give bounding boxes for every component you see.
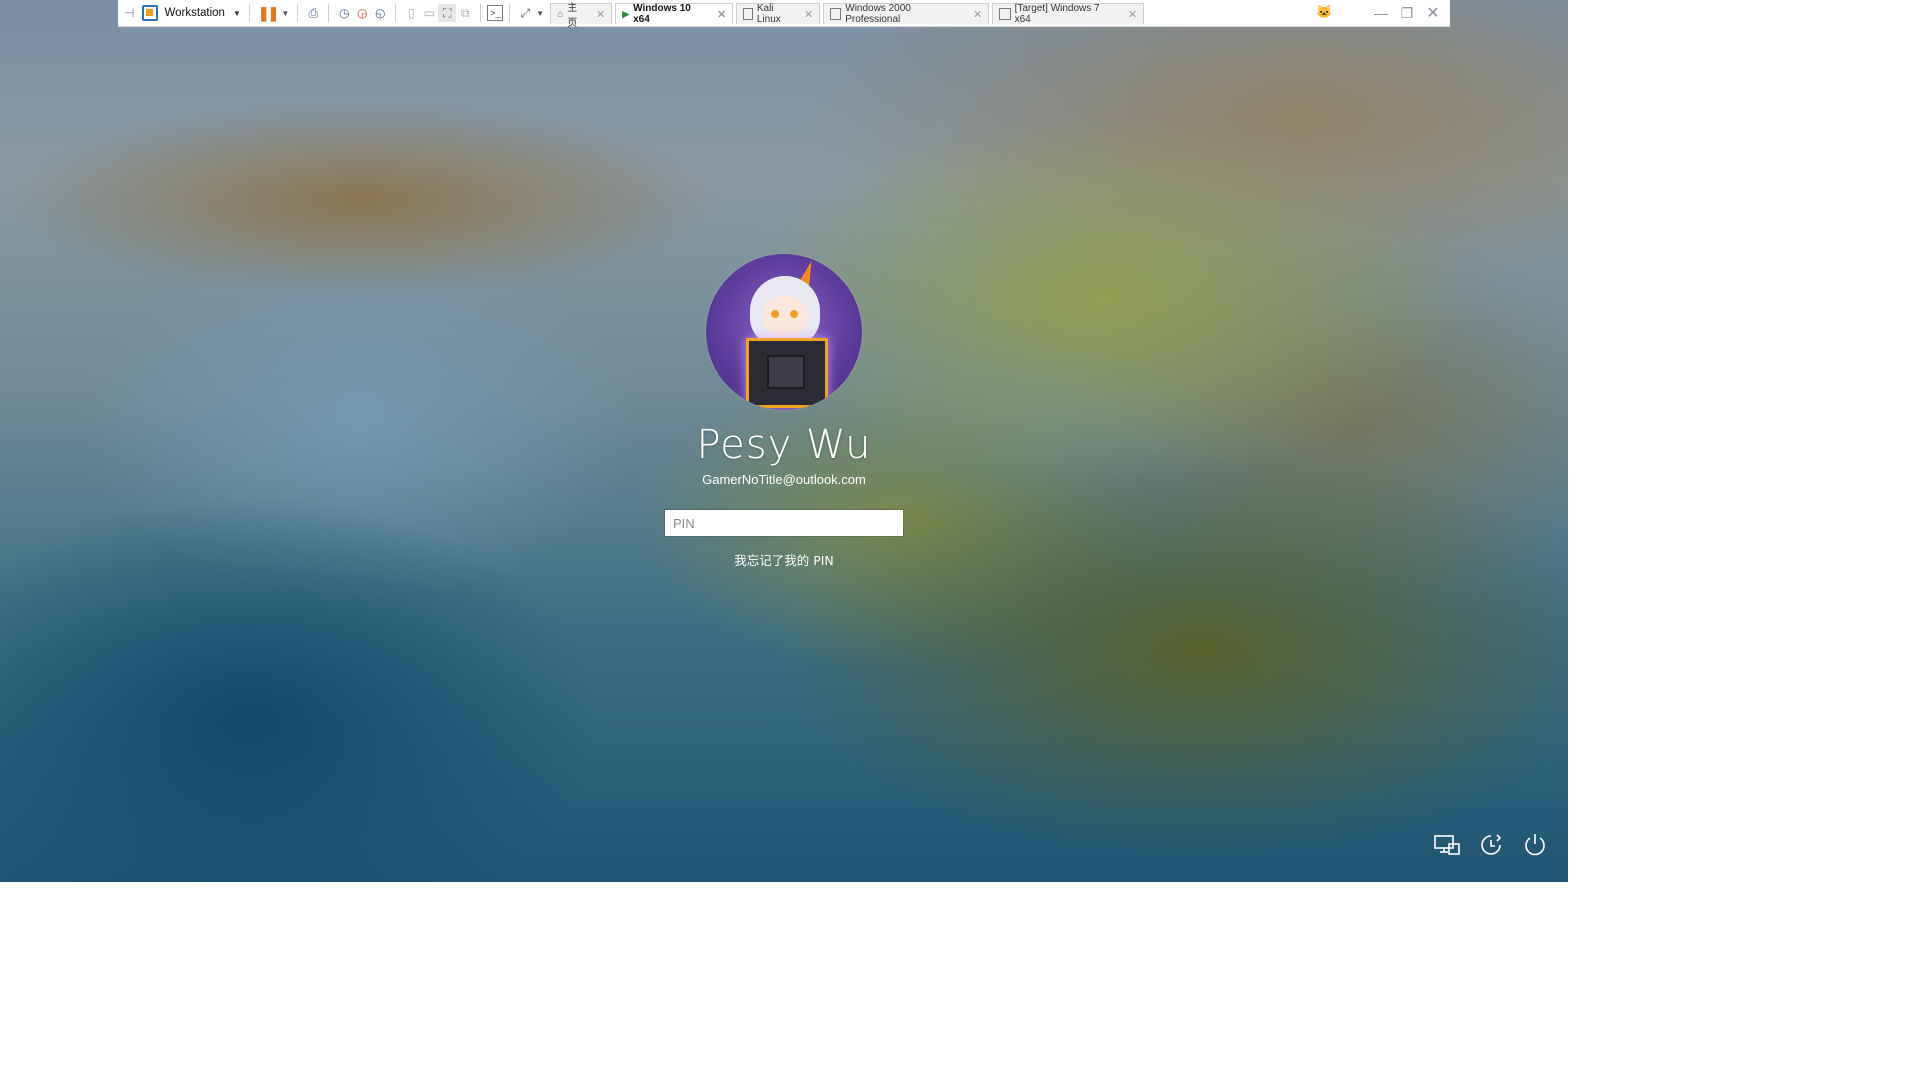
workstation-menu[interactable]: Workstation ▼ — [142, 2, 241, 24]
revert-snapshot-icon[interactable]: ◶ — [353, 4, 371, 22]
avatar-eye — [771, 310, 779, 318]
tab-windows-10[interactable]: ▶ Windows 10 x64 ✕ — [615, 3, 734, 25]
home-icon: ⌂ — [557, 8, 564, 20]
tab-target-windows-7[interactable]: [Target] Windows 7 x64 ✕ — [992, 3, 1145, 25]
tab-label: Kali Linux — [756, 3, 781, 25]
login-panel: Pesy Wu GamerNoTitle@outlook.com 我忘记了我的 … — [0, 254, 1568, 569]
vm-icon — [999, 8, 1011, 20]
vm-tabs: ⌂ 主页 ✕ ▶ Windows 10 x64 ✕ Kali Linux ✕ W… — [550, 2, 1147, 29]
toolbar-divider — [248, 4, 250, 22]
library-view-icon[interactable]: ▯ — [402, 4, 420, 22]
close-icon[interactable]: ✕ — [1128, 8, 1137, 21]
toolbar-divider — [480, 4, 482, 22]
snapshot-icon[interactable]: ◷ — [335, 4, 353, 22]
thumbnail-view-icon[interactable]: ▭ — [420, 4, 438, 22]
avatar-face — [762, 296, 808, 336]
close-window-icon[interactable]: ✕ — [1422, 3, 1444, 23]
send-keys-icon[interactable]: ⎙ — [304, 4, 322, 22]
lockscreen-actions — [1434, 832, 1548, 858]
chevron-down-icon: ▼ — [232, 8, 241, 18]
tab-home[interactable]: ⌂ 主页 ✕ — [550, 3, 613, 29]
user-name: Pesy Wu — [696, 422, 872, 468]
full-screen-icon[interactable]: ⛶ — [438, 4, 457, 22]
workstation-logo-icon — [142, 5, 159, 21]
tab-label: Windows 10 x64 — [633, 3, 691, 25]
console-icon[interactable]: >_ — [487, 5, 504, 21]
close-icon[interactable]: ✕ — [596, 8, 605, 21]
minimize-icon[interactable]: — — [1370, 5, 1392, 21]
workstation-label: Workstation — [164, 7, 225, 19]
toolbar-divider — [297, 4, 299, 22]
avatar-box — [746, 338, 828, 408]
close-icon[interactable]: ✕ — [804, 8, 813, 21]
chevron-down-icon[interactable]: ▼ — [536, 2, 544, 24]
pin-toolbar-icon[interactable]: ⊣ — [124, 2, 134, 24]
toolbar-divider — [328, 4, 330, 22]
avatar — [706, 254, 862, 410]
window-controls: — ❐ ✕ — [1366, 0, 1444, 26]
tab-label: Windows 2000 Professional — [845, 3, 911, 25]
unity-icon[interactable]: ⧉ — [456, 4, 474, 22]
tab-label: [Target] Windows 7 x64 — [1014, 3, 1100, 25]
avatar-eye — [790, 310, 798, 318]
network-icon[interactable] — [1434, 832, 1460, 858]
vm-running-icon: ▶ — [622, 8, 630, 19]
user-email: GamerNoTitle@outlook.com — [702, 472, 866, 487]
close-icon[interactable]: ✕ — [717, 8, 726, 21]
vm-icon — [830, 8, 842, 20]
vm-icon — [743, 8, 753, 20]
pause-icon[interactable]: ❚❚ — [258, 2, 280, 24]
chevron-down-icon[interactable]: ▼ — [281, 2, 289, 24]
restore-icon[interactable]: ❐ — [1396, 5, 1418, 22]
snapshot-manager-icon[interactable]: ◵ — [371, 4, 389, 22]
pin-field-wrapper — [664, 509, 904, 537]
tab-windows-2000[interactable]: Windows 2000 Professional ✕ — [823, 3, 990, 25]
accessibility-icon[interactable] — [1478, 832, 1504, 858]
tab-label: 主页 — [567, 3, 578, 29]
toolbar-divider — [395, 4, 397, 22]
vmware-toolbar: ⊣ Workstation ▼ ❚❚ ▼ ⎙ ◷ ◶ ◵ ▯ ▭ ⛶ ⧉ >_ … — [118, 0, 1450, 29]
mascot-icon: 🐱 — [1316, 4, 1333, 19]
power-icon[interactable] — [1522, 832, 1548, 858]
stretch-icon[interactable]: ⤢ — [516, 4, 534, 22]
pin-input[interactable] — [664, 509, 904, 537]
forgot-pin-link[interactable]: 我忘记了我的 PIN — [734, 550, 834, 569]
close-icon[interactable]: ✕ — [973, 8, 982, 21]
toolbar-divider — [509, 4, 511, 22]
tab-kali-linux[interactable]: Kali Linux ✕ — [736, 3, 821, 25]
